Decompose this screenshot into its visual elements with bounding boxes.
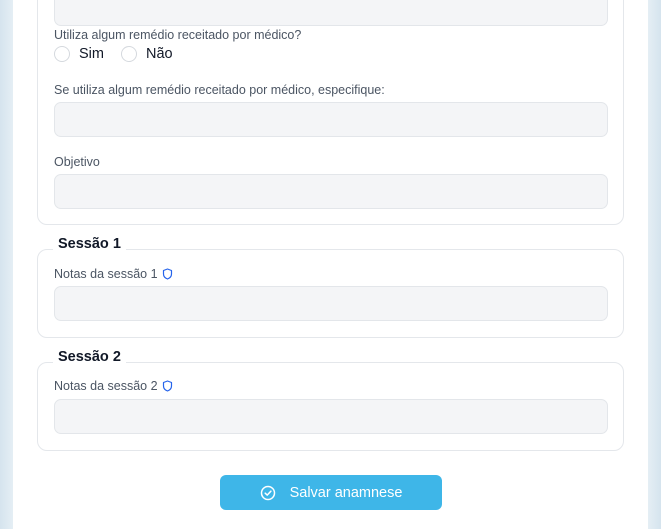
session-2-notes-input[interactable] xyxy=(54,399,608,434)
medication-specify-label: Se utiliza algum remédio receitado por m… xyxy=(54,83,385,97)
session-2-title: Sessão 2 xyxy=(53,349,126,365)
objective-label: Objetivo xyxy=(54,155,100,169)
objective-input[interactable] xyxy=(54,174,608,209)
save-anamnese-button[interactable]: Salvar anamnese xyxy=(220,475,442,510)
radio-option-nao[interactable]: Não xyxy=(120,46,173,62)
medication-question-label: Utiliza algum remédio receitado por médi… xyxy=(54,28,302,42)
page-background-right xyxy=(647,0,661,529)
session-1-notes-label: Notas da sessão 1 xyxy=(54,267,173,281)
radio-label-sim: Sim xyxy=(79,46,104,62)
save-button-label: Salvar anamnese xyxy=(289,484,403,501)
session-2-section: Sessão 2 Notas da sessão 2 xyxy=(37,349,624,451)
radio-label-nao: Não xyxy=(145,46,173,62)
health-section: Utiliza algum remédio receitado por médi… xyxy=(37,0,624,225)
check-circle-icon xyxy=(260,485,276,501)
shield-icon xyxy=(162,380,173,392)
page-background-left xyxy=(0,0,14,529)
session-1-title: Sessão 1 xyxy=(53,236,126,252)
radio-circle[interactable] xyxy=(120,46,137,62)
session-2-notes-label-text: Notas da sessão 2 xyxy=(54,379,158,393)
medication-radio-group: Sim Não xyxy=(54,46,190,62)
medication-specify-input[interactable] xyxy=(54,102,608,137)
session-1-section: Sessão 1 Notas da sessão 1 xyxy=(37,236,624,338)
radio-option-sim[interactable]: Sim xyxy=(54,46,104,62)
session-1-notes-input[interactable] xyxy=(54,286,608,321)
radio-circle[interactable] xyxy=(54,46,70,62)
session-2-notes-label: Notas da sessão 2 xyxy=(54,379,173,393)
shield-icon xyxy=(162,268,173,280)
session-1-notes-label-text: Notas da sessão 1 xyxy=(54,267,158,281)
previous-field-input[interactable] xyxy=(54,0,608,26)
